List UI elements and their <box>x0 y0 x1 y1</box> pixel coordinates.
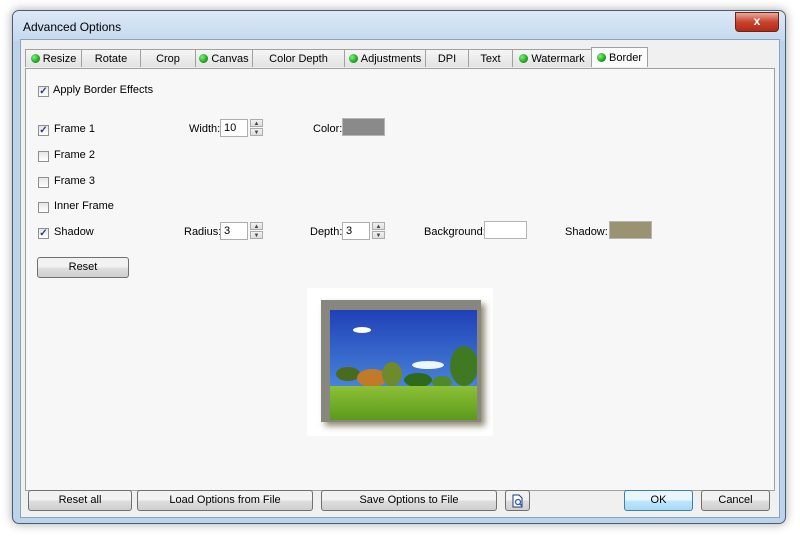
tab-strip: Resize Rotate Crop Canvas Color Depth Ad… <box>25 47 648 69</box>
tab-canvas[interactable]: Canvas <box>195 49 253 67</box>
tab-border[interactable]: Border <box>591 47 648 67</box>
load-options-button[interactable]: Load Options from File <box>137 490 313 511</box>
spin-up-icon[interactable]: ▲ <box>250 119 263 127</box>
frame3-checkbox[interactable] <box>38 177 49 188</box>
frame1-label: Frame 1 <box>54 123 95 135</box>
spin-down-icon[interactable]: ▼ <box>250 128 263 136</box>
close-icon: x <box>753 14 761 28</box>
shadow-depth-input[interactable]: 3 <box>342 222 370 240</box>
inner-frame-label: Inner Frame <box>54 200 114 212</box>
cancel-button[interactable]: Cancel <box>701 490 770 511</box>
spin-down-icon[interactable]: ▼ <box>372 231 385 239</box>
shadow-color-swatch[interactable] <box>609 221 652 239</box>
shadow-background-swatch[interactable] <box>484 221 527 239</box>
frame1-color-label: Color: <box>313 123 343 135</box>
frame2-label: Frame 2 <box>54 149 95 161</box>
reset-all-button[interactable]: Reset all <box>28 490 132 511</box>
tab-crop[interactable]: Crop <box>140 49 196 67</box>
shadow-depth-spinner[interactable]: ▲ ▼ <box>372 222 385 240</box>
frame1-width-input[interactable]: 10 <box>220 119 248 137</box>
tab-label: Crop <box>156 52 180 65</box>
status-icon <box>348 54 358 63</box>
spin-up-icon[interactable]: ▲ <box>372 222 385 230</box>
status-icon <box>519 54 529 63</box>
ok-button[interactable]: OK <box>624 490 693 511</box>
shadow-radius-input[interactable]: 3 <box>220 222 248 240</box>
dialog-client-area: Resize Rotate Crop Canvas Color Depth Ad… <box>20 39 780 518</box>
reset-button[interactable]: Reset <box>37 257 129 278</box>
status-icon <box>30 54 40 63</box>
frame2-checkbox[interactable] <box>38 151 49 162</box>
frame1-width-spinner[interactable]: ▲ ▼ <box>250 119 263 137</box>
frame1-color-swatch[interactable] <box>342 118 385 136</box>
status-icon <box>596 53 606 62</box>
inner-frame-checkbox[interactable] <box>38 202 49 213</box>
shadow-color-label: Shadow: <box>565 226 608 238</box>
tab-rotate[interactable]: Rotate <box>81 49 141 67</box>
title-bar[interactable]: Advanced Options x <box>13 11 785 41</box>
advanced-options-window: Advanced Options x Resize Rotate Crop Ca… <box>12 10 786 524</box>
tab-label: Border <box>608 51 643 64</box>
border-preview <box>307 288 493 436</box>
apply-border-effects-checkbox[interactable]: ✓ <box>38 86 49 97</box>
frame1-width-label: Width: <box>189 123 221 135</box>
apply-border-effects-label: Apply Border Effects <box>53 84 154 96</box>
tab-label: Adjustments <box>360 52 422 65</box>
tab-dpi[interactable]: DPI <box>425 49 469 67</box>
tab-label: Text <box>480 52 501 65</box>
tab-label: Canvas <box>211 52 249 65</box>
tab-color-depth[interactable]: Color Depth <box>252 49 345 67</box>
tab-label: Rotate <box>94 52 128 65</box>
shadow-radius-label: Radius: <box>184 226 222 238</box>
shadow-depth-label: Depth: <box>310 226 343 238</box>
spin-up-icon[interactable]: ▲ <box>250 222 263 230</box>
close-button[interactable]: x <box>735 12 779 32</box>
tab-label: Resize <box>42 52 77 65</box>
frame1-checkbox[interactable]: ✓ <box>38 125 49 136</box>
status-icon <box>199 54 209 63</box>
save-options-button[interactable]: Save Options to File <box>321 490 497 511</box>
preview-photo <box>330 310 477 420</box>
border-tab-panel: ✓ Apply Border Effects ✓ Frame 1 Width: … <box>25 68 775 491</box>
tab-resize[interactable]: Resize <box>25 49 82 67</box>
spin-down-icon[interactable]: ▼ <box>250 231 263 239</box>
shadow-label: Shadow <box>54 226 94 238</box>
tab-label: DPI <box>437 52 457 65</box>
tab-adjustments[interactable]: Adjustments <box>344 49 426 67</box>
tab-watermark[interactable]: Watermark <box>512 49 592 67</box>
window-title: Advanced Options <box>23 20 122 34</box>
preview-frame <box>321 300 481 422</box>
preview-zoom-icon <box>512 494 523 508</box>
shadow-radius-spinner[interactable]: ▲ ▼ <box>250 222 263 240</box>
frame3-label: Frame 3 <box>54 175 95 187</box>
tab-label: Watermark <box>531 52 585 65</box>
tab-text[interactable]: Text <box>468 49 513 67</box>
shadow-background-label: Background: <box>424 226 486 238</box>
tab-label: Color Depth <box>269 52 328 65</box>
preview-button[interactable] <box>505 490 530 511</box>
shadow-checkbox[interactable]: ✓ <box>38 228 49 239</box>
